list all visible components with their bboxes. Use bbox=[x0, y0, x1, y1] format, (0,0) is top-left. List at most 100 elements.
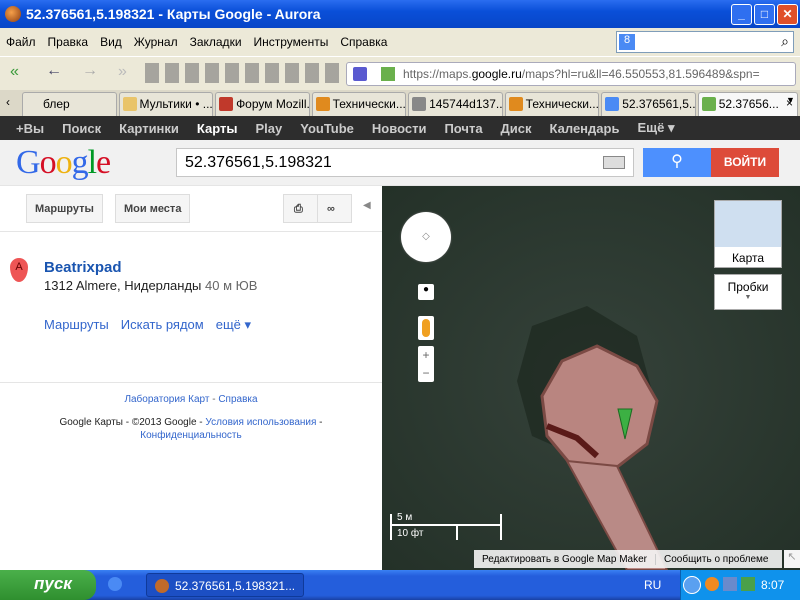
tab-8-active[interactable]: 52.37656... × bbox=[697, 92, 798, 116]
labs-link[interactable]: Лаборатория Карт bbox=[124, 394, 209, 405]
home-icon[interactable]: « bbox=[10, 63, 19, 81]
map-thumbnail bbox=[715, 201, 781, 247]
tab-favicon bbox=[122, 97, 137, 111]
google-logo[interactable]: Google bbox=[16, 144, 111, 182]
link-button[interactable]: ∞ bbox=[317, 194, 352, 223]
show-hidden-icons-icon[interactable] bbox=[683, 576, 701, 594]
my-places-button[interactable]: Мои места bbox=[115, 194, 191, 223]
language-indicator[interactable]: RU bbox=[644, 578, 661, 592]
footer-links: Лаборатория Карт - Справка bbox=[124, 394, 258, 405]
collapse-overview-icon[interactable]: ↖ bbox=[784, 550, 800, 568]
link-icon: ∞ bbox=[327, 203, 335, 215]
google-maps-favicon bbox=[381, 67, 395, 81]
taskbar-window-button[interactable]: 52.376561,5.198321... bbox=[146, 573, 304, 597]
zoom-in-button[interactable]: + bbox=[418, 346, 434, 364]
gbar-more[interactable]: Ещё ▾ bbox=[637, 120, 674, 136]
menu-view[interactable]: Вид bbox=[100, 35, 122, 49]
edit-map-maker-link[interactable]: Редактировать в Google Map Maker bbox=[474, 553, 656, 565]
url-bar[interactable]: https://maps.google.ru/maps?hl=ru&ll=46.… bbox=[346, 62, 796, 86]
web-search-input[interactable]: 8 ⌕ bbox=[616, 31, 794, 53]
print-button[interactable]: ⎙ bbox=[283, 194, 318, 223]
traffic-label: Пробки bbox=[727, 280, 769, 294]
back-icon[interactable]: ← bbox=[46, 62, 62, 80]
satellite-map[interactable]: ◇ ● + − Карта Пробки ▼ 5 м 10 фт Редактиро… bbox=[382, 186, 800, 570]
search-value: 52.376561,5.198321 bbox=[185, 154, 332, 171]
gbar-youtube[interactable]: YouTube bbox=[300, 121, 354, 136]
taskbar: пуск 52.376561,5.198321... RU 8:07 bbox=[0, 570, 800, 600]
menu-bookmarks[interactable]: Закладки bbox=[190, 35, 242, 49]
tab-6[interactable]: Технически... bbox=[504, 92, 600, 116]
traffic-button[interactable]: Пробки ▼ bbox=[714, 274, 782, 310]
keyboard-icon[interactable] bbox=[603, 156, 625, 169]
tab-label: Технически... bbox=[332, 97, 406, 111]
tab-favicon bbox=[315, 97, 330, 111]
help-link[interactable]: Справка bbox=[218, 394, 257, 405]
zoom-out-button[interactable]: − bbox=[418, 364, 434, 382]
scroll-tabs-left-icon[interactable]: ‹ bbox=[6, 95, 10, 109]
quick-launch-ie-icon[interactable] bbox=[108, 577, 122, 591]
report-problem-link[interactable]: Сообщить о проблеме bbox=[656, 554, 776, 565]
menu-edit[interactable]: Правка bbox=[48, 35, 89, 49]
menu-help[interactable]: Справка bbox=[340, 35, 387, 49]
tray-app-icon[interactable] bbox=[705, 577, 719, 591]
tab-3[interactable]: Форум Mozill... bbox=[215, 92, 310, 116]
login-button[interactable]: ВОЙТИ bbox=[711, 148, 779, 177]
print-icon: ⎙ bbox=[294, 203, 303, 215]
collapse-panel-icon[interactable]: ◀ bbox=[363, 200, 371, 211]
gbar-images[interactable]: Картинки bbox=[119, 121, 179, 136]
gbar-mail[interactable]: Почта bbox=[444, 121, 482, 136]
map-footer: Редактировать в Google Map Maker Сообщит… bbox=[474, 550, 782, 568]
close-button[interactable]: ✕ bbox=[777, 4, 798, 25]
minimize-button[interactable]: _ bbox=[731, 4, 752, 25]
menu-file[interactable]: Файл bbox=[6, 35, 36, 49]
pan-control[interactable]: ◇ bbox=[401, 212, 451, 262]
privacy-link[interactable]: Конфиденциальность bbox=[140, 430, 241, 441]
reset-view-button[interactable]: ● bbox=[418, 284, 434, 300]
tab-5[interactable]: 145744d137... bbox=[408, 92, 503, 116]
tab-favicon bbox=[412, 97, 427, 111]
result-title[interactable]: Beatrixpad bbox=[44, 259, 122, 276]
marker-a-icon[interactable]: A bbox=[10, 258, 28, 282]
menu-tools[interactable]: Инструменты bbox=[254, 35, 329, 49]
gbar-news[interactable]: Новости bbox=[372, 121, 427, 136]
directions-link[interactable]: Маршруты bbox=[44, 317, 109, 333]
start-button[interactable]: пуск bbox=[0, 570, 96, 600]
address-text: 1312 Almere, Нидерланды bbox=[44, 278, 202, 293]
tab-7[interactable]: 52.376561,5... bbox=[601, 92, 696, 116]
scale-meters: 5 м bbox=[397, 512, 413, 523]
network-icon[interactable] bbox=[723, 577, 737, 591]
tab-favicon bbox=[605, 97, 620, 111]
tab-2[interactable]: Мультики • ... bbox=[118, 92, 214, 116]
clock[interactable]: 8:07 bbox=[761, 578, 784, 592]
gbar-calendar[interactable]: Календарь bbox=[550, 121, 620, 136]
tab-strip: ‹ блер Мультики • ... Форум Mozill... Те… bbox=[0, 90, 800, 116]
tab-4[interactable]: Технически... bbox=[311, 92, 407, 116]
fast-forward-icon[interactable]: » bbox=[118, 63, 127, 81]
routes-button[interactable]: Маршруты bbox=[26, 194, 103, 223]
divider bbox=[0, 231, 382, 232]
pegman-icon[interactable] bbox=[418, 316, 434, 340]
search-nearby-link[interactable]: Искать рядом bbox=[121, 317, 204, 333]
gbar-drive[interactable]: Диск bbox=[501, 121, 532, 136]
bookmark-icons[interactable] bbox=[145, 63, 340, 83]
tab-label: Форум Mozill... bbox=[236, 97, 310, 111]
terms-link[interactable]: Условия использования bbox=[205, 417, 316, 428]
gbar-maps[interactable]: Карты bbox=[197, 121, 238, 136]
magnifier-icon[interactable]: ⌕ bbox=[781, 33, 789, 50]
map-type-button[interactable]: Карта bbox=[714, 200, 782, 268]
zoom-control[interactable]: + − bbox=[418, 346, 434, 382]
search-button[interactable]: ⚲ bbox=[643, 148, 711, 177]
menu-history[interactable]: Журнал bbox=[134, 35, 178, 49]
tab-list-icon[interactable]: ▼ bbox=[786, 95, 795, 105]
gbar-plus[interactable]: +Вы bbox=[16, 121, 44, 136]
gbar-search[interactable]: Поиск bbox=[62, 121, 101, 136]
maps-search-input[interactable]: 52.376561,5.198321 bbox=[176, 148, 634, 177]
gbar-play[interactable]: Play bbox=[255, 121, 282, 136]
more-link[interactable]: ещё ▾ bbox=[216, 317, 251, 333]
maximize-button[interactable]: □ bbox=[754, 4, 775, 25]
tab-1[interactable]: блер bbox=[22, 92, 117, 116]
forward-icon[interactable]: → bbox=[82, 62, 98, 80]
tab-label: Мультики • ... bbox=[139, 97, 213, 111]
distance-text: 40 м ЮВ bbox=[205, 278, 258, 293]
safely-remove-icon[interactable] bbox=[741, 577, 755, 591]
